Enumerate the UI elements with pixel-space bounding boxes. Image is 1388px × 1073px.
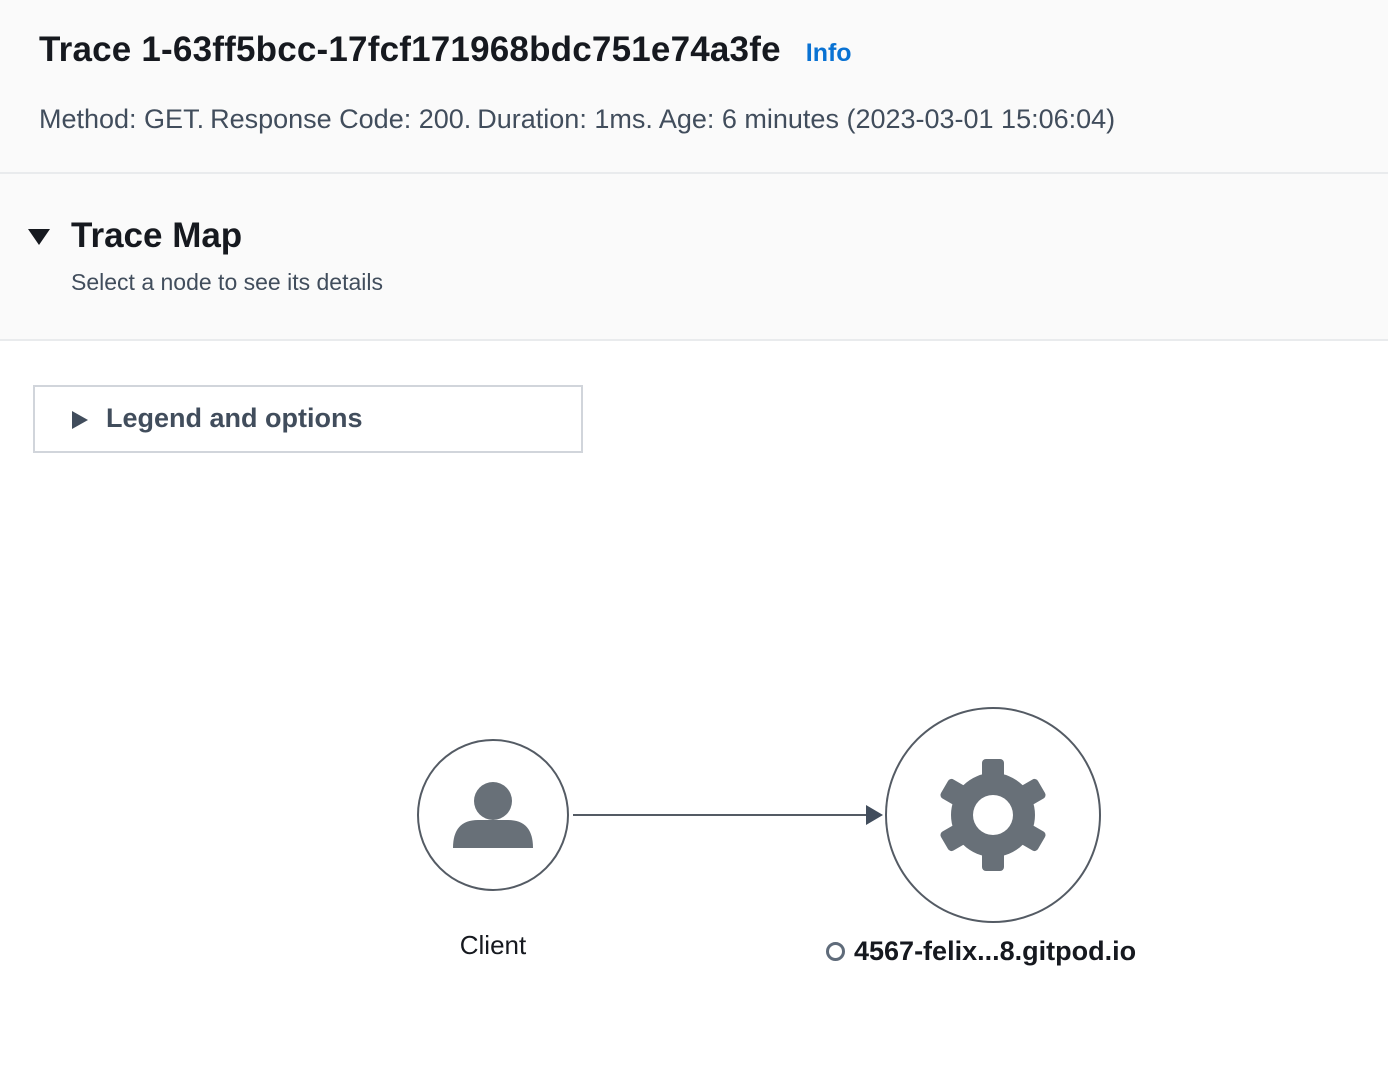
page-header: Trace 1-63ff5bcc-17fcf171968bdc751e74a3f… (0, 0, 1388, 174)
legend-and-options-toggle[interactable]: Legend and options (33, 385, 583, 453)
title-row: Trace 1-63ff5bcc-17fcf171968bdc751e74a3f… (39, 30, 852, 70)
trace-map-title[interactable]: Trace Map (71, 216, 242, 256)
caret-right-icon (72, 411, 88, 429)
service-node-label[interactable]: 4567-felix...8.gitpod.io (826, 936, 1136, 967)
client-node-label[interactable]: Client (410, 930, 576, 961)
trace-map-description: Select a node to see its details (71, 269, 383, 295)
info-link[interactable]: Info (806, 39, 852, 68)
service-node-name: 4567-felix...8.gitpod.io (854, 936, 1137, 966)
caret-down-icon[interactable] (27, 227, 51, 247)
trace-map-graph (417, 707, 1101, 923)
client-node[interactable] (417, 739, 569, 891)
page-title: Trace 1-63ff5bcc-17fcf171968bdc751e74a3f… (39, 30, 781, 69)
legend-and-options-label: Legend and options (106, 403, 363, 433)
age-text: Age: 6 minutes (2023-03-01 15:06:04) (658, 104, 1116, 134)
response-code-text: Response Code: 200. (210, 104, 472, 134)
service-node[interactable] (885, 707, 1101, 923)
duration-text: Duration: 1ms. (477, 104, 653, 134)
trace-summary: Method: GET. Response Code: 200. Duratio… (39, 104, 1115, 135)
method-text: Method: GET. (39, 104, 205, 134)
trace-map-canvas: Client 4567-felix...8.gitpod.io (0, 460, 1388, 1073)
trace-map-section-header: Trace Map Select a node to see its detai… (0, 174, 1388, 341)
status-ring-icon (826, 942, 845, 961)
edge-client-to-service[interactable] (573, 805, 883, 825)
